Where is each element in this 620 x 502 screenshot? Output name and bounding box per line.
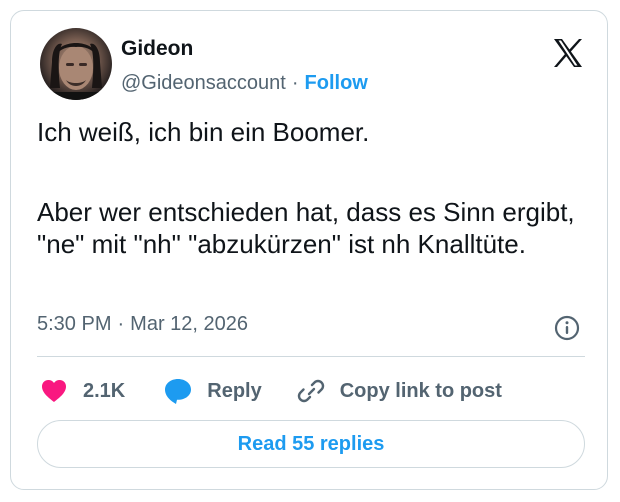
- follow-button[interactable]: Follow: [305, 72, 368, 94]
- tweet-text-line: Aber wer entschieden hat, dass es Sinn e…: [37, 197, 575, 259]
- copy-link-label: Copy link to post: [339, 379, 502, 402]
- tweet-time: 5:30 PM: [37, 313, 112, 335]
- author-name[interactable]: Gideon: [121, 37, 193, 61]
- tweet-text-line: Ich weiß, ich bin ein Boomer.: [37, 117, 370, 147]
- reply-label: Reply: [207, 379, 262, 402]
- info-icon[interactable]: [554, 315, 580, 341]
- like-button[interactable]: 2.1K: [39, 377, 125, 405]
- heart-icon: [39, 377, 69, 405]
- tweet-card: Gideon @Gideonsaccount · Follow Ich weiß, …: [10, 10, 608, 490]
- tweet-actions: 2.1K Reply Copy link to post: [37, 371, 502, 411]
- avatar-portrait: [40, 43, 112, 100]
- author-handle[interactable]: @Gideonsaccount: [121, 72, 286, 94]
- like-count: 2.1K: [83, 379, 126, 402]
- tweet-text: Ich weiß, ich bin ein Boomer. Aber wer e…: [37, 116, 587, 260]
- separator-dot: ·: [117, 313, 125, 335]
- separator-dot: ·: [291, 72, 299, 94]
- reply-bubble-icon: [163, 377, 193, 405]
- tweet-date: Mar 12, 2026: [130, 313, 249, 335]
- tweet-timestamp[interactable]: 5:30 PM · Mar 12, 2026: [37, 313, 248, 336]
- read-replies-button[interactable]: Read 55 replies: [37, 420, 585, 468]
- author-handle-row: @Gideonsaccount · Follow: [121, 72, 368, 95]
- x-logo-icon[interactable]: [552, 38, 584, 68]
- avatar[interactable]: [40, 28, 112, 100]
- divider: [37, 356, 585, 357]
- reply-button[interactable]: Reply: [163, 377, 262, 405]
- copy-link-button[interactable]: Copy link to post: [296, 377, 502, 405]
- link-icon: [296, 377, 326, 405]
